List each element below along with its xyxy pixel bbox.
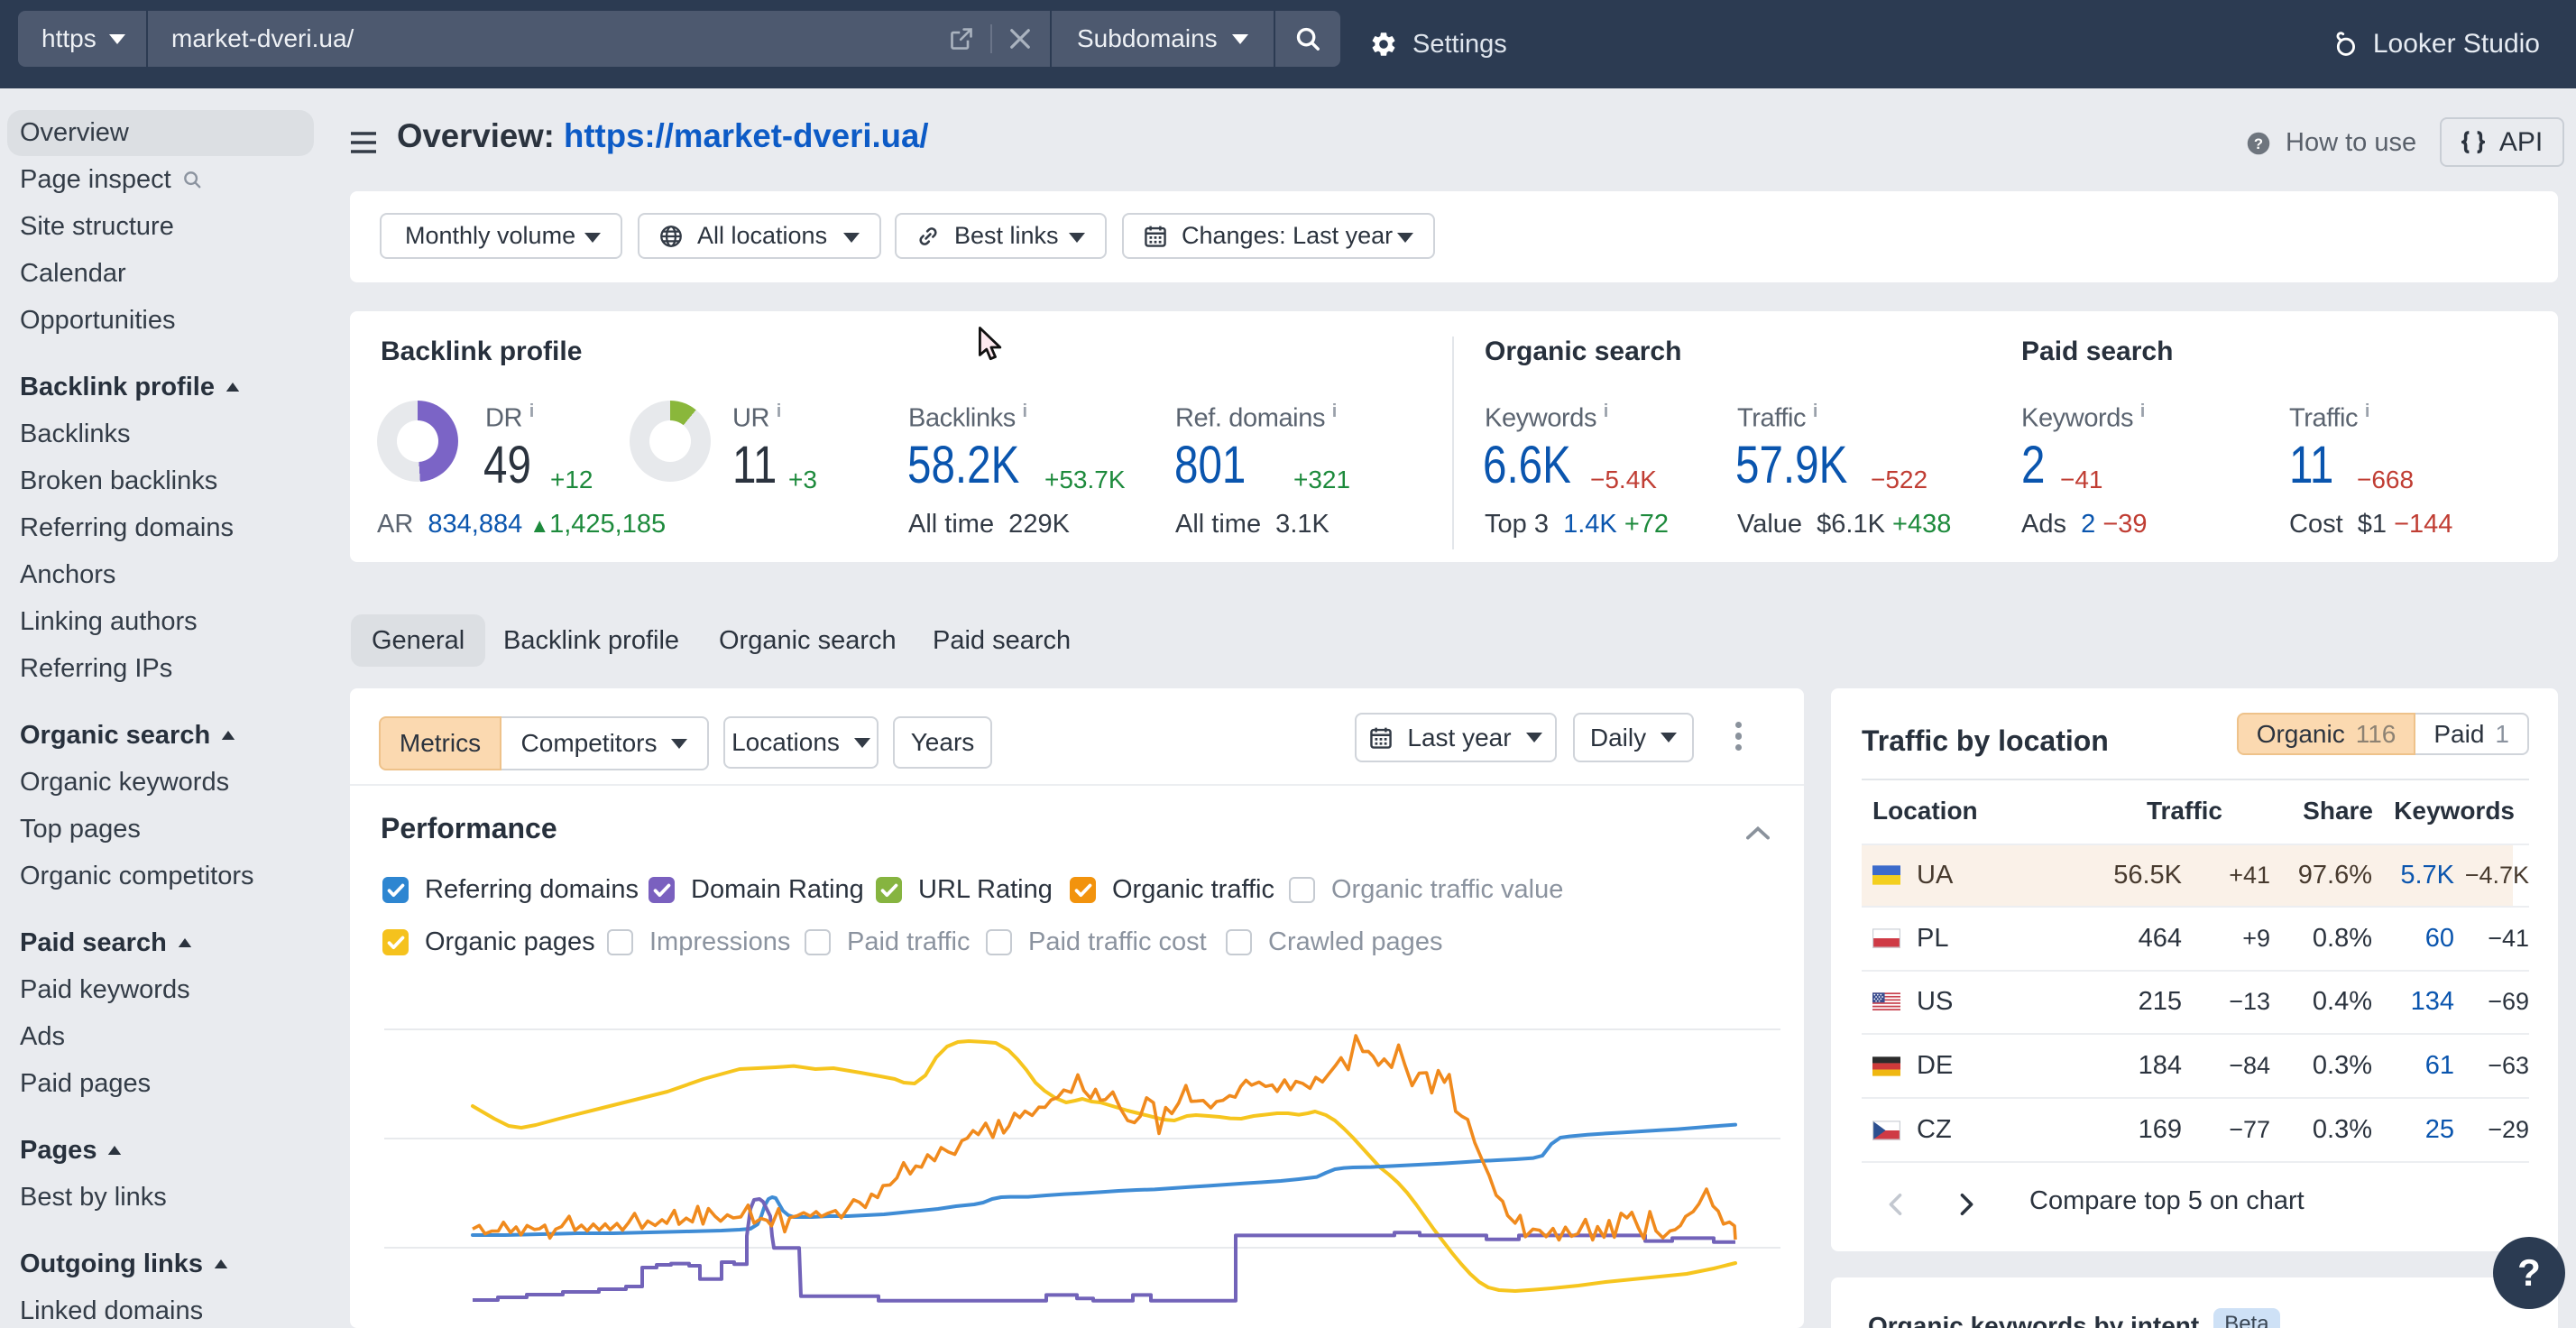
svg-text:?: ? <box>2254 134 2263 152</box>
